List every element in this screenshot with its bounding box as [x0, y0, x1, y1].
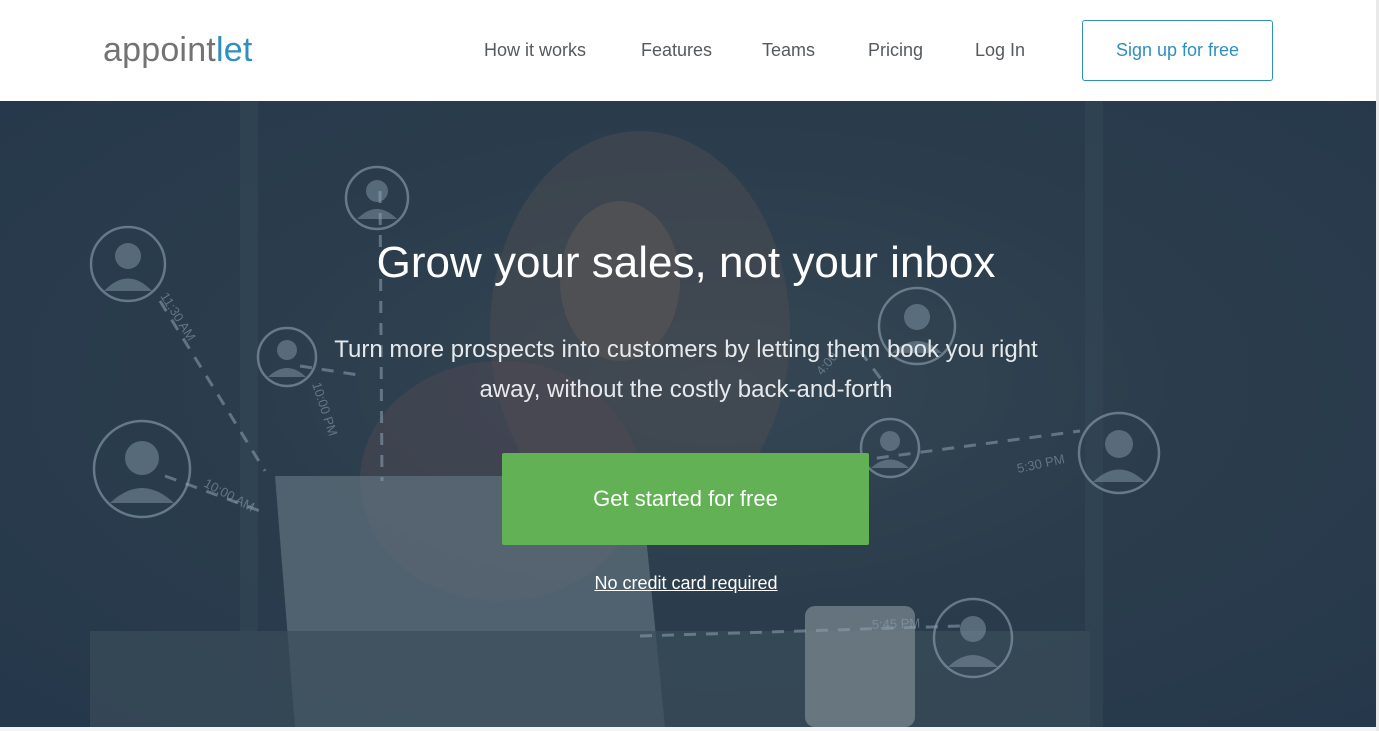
appointlet-logo[interactable]: appointlet	[103, 30, 252, 70]
hero-section: 11:30 AM 10:00 PM 10:00 AM 5:30 PM 5:45 …	[0, 101, 1379, 727]
nav-pricing[interactable]: Pricing	[868, 38, 923, 62]
nav-teams[interactable]: Teams	[762, 38, 815, 62]
time-label-545pm: 5:45 PM	[872, 615, 921, 632]
hero-subtitle: Turn more prospects into customers by le…	[334, 336, 1038, 403]
logo-text-accent: let	[215, 31, 253, 69]
nav-features[interactable]: Features	[641, 38, 712, 62]
page-bottom-strip	[0, 727, 1379, 731]
nav-how-it-works[interactable]: How it works	[484, 38, 586, 62]
hero-title: Grow your sales, not your inbox	[376, 238, 996, 287]
no-credit-card-link[interactable]: No credit card required	[0, 571, 1372, 595]
top-navbar: appointlet How it works Features Teams P…	[0, 0, 1379, 101]
logo-text: appoint	[103, 31, 216, 69]
nav-log-in[interactable]: Log In	[975, 38, 1025, 62]
get-started-button[interactable]: Get started for free	[502, 453, 869, 545]
hero-background-illustration: 11:30 AM 10:00 PM 10:00 AM 5:30 PM 5:45 …	[0, 101, 1379, 727]
sign-up-button[interactable]: Sign up for free	[1082, 20, 1273, 81]
